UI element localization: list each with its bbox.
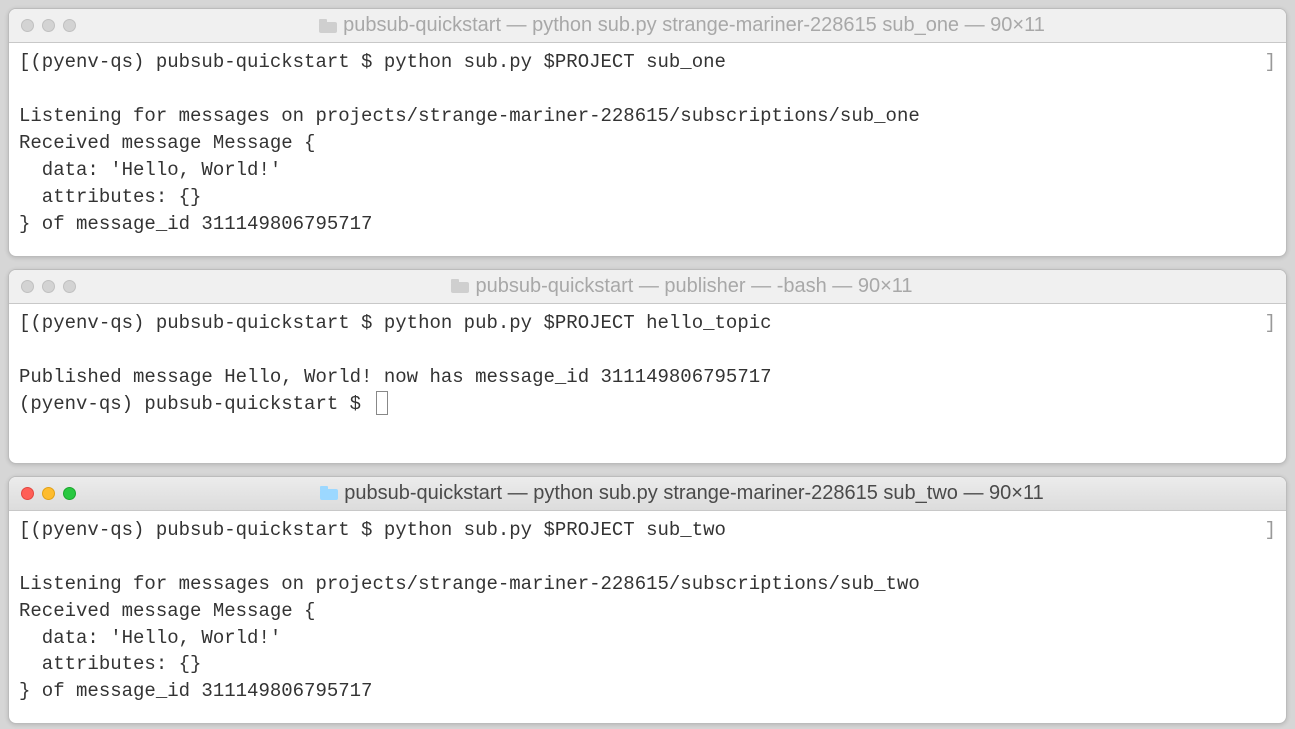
window-title: pubsub-quickstart — publisher — -bash — …	[90, 275, 1274, 298]
window-title-text: pubsub-quickstart — publisher — -bash — …	[475, 275, 912, 298]
window-title-text: pubsub-quickstart — python sub.py strang…	[344, 482, 1043, 505]
bracket-right: ]	[1265, 49, 1276, 76]
terminal-line: [(pyenv-qs) pubsub-quickstart $ python s…	[19, 517, 1276, 544]
minimize-icon[interactable]	[42, 487, 55, 500]
terminal-window-publisher[interactable]: pubsub-quickstart — publisher — -bash — …	[8, 269, 1287, 464]
terminal-line: Listening for messages on projects/stran…	[19, 573, 920, 595]
close-icon[interactable]	[21, 280, 34, 293]
titlebar[interactable]: pubsub-quickstart — python sub.py strang…	[9, 9, 1286, 43]
prompt-line: [(pyenv-qs) pubsub-quickstart $ python s…	[19, 517, 726, 544]
terminal-line: data: 'Hello, World!'	[19, 627, 281, 649]
terminal-window-sub-two[interactable]: pubsub-quickstart — python sub.py strang…	[8, 476, 1287, 725]
zoom-icon[interactable]	[63, 280, 76, 293]
terminal-line: Listening for messages on projects/stran…	[19, 105, 920, 127]
titlebar[interactable]: pubsub-quickstart — publisher — -bash — …	[9, 270, 1286, 304]
traffic-lights[interactable]	[21, 19, 76, 32]
bracket-right: ]	[1265, 310, 1276, 337]
cursor-icon	[376, 391, 388, 415]
zoom-icon[interactable]	[63, 487, 76, 500]
prompt-line: [(pyenv-qs) pubsub-quickstart $ python p…	[19, 310, 772, 337]
terminal-body[interactable]: [(pyenv-qs) pubsub-quickstart $ python s…	[9, 43, 1286, 256]
terminal-line: [(pyenv-qs) pubsub-quickstart $ python p…	[19, 310, 1276, 337]
window-title: pubsub-quickstart — python sub.py strang…	[90, 14, 1274, 37]
terminal-line: Published message Hello, World! now has …	[19, 366, 772, 388]
folder-icon	[451, 279, 469, 293]
traffic-lights[interactable]	[21, 280, 76, 293]
terminal-line: attributes: {}	[19, 186, 201, 208]
terminal-line: } of message_id 311149806795717	[19, 213, 372, 235]
folder-icon	[319, 19, 337, 33]
terminal-line: (pyenv-qs) pubsub-quickstart $	[19, 391, 1276, 418]
folder-icon	[320, 486, 338, 500]
close-icon[interactable]	[21, 487, 34, 500]
terminal-line: [(pyenv-qs) pubsub-quickstart $ python s…	[19, 49, 1276, 76]
terminal-line: data: 'Hello, World!'	[19, 159, 281, 181]
terminal-body[interactable]: [(pyenv-qs) pubsub-quickstart $ python s…	[9, 511, 1286, 724]
titlebar[interactable]: pubsub-quickstart — python sub.py strang…	[9, 477, 1286, 511]
traffic-lights[interactable]	[21, 487, 76, 500]
bracket-right: ]	[1265, 517, 1276, 544]
window-title-text: pubsub-quickstart — python sub.py strang…	[343, 14, 1045, 37]
minimize-icon[interactable]	[42, 280, 55, 293]
zoom-icon[interactable]	[63, 19, 76, 32]
terminal-window-sub-one[interactable]: pubsub-quickstart — python sub.py strang…	[8, 8, 1287, 257]
close-icon[interactable]	[21, 19, 34, 32]
terminal-line: attributes: {}	[19, 653, 201, 675]
terminal-line: Received message Message {	[19, 132, 315, 154]
terminal-line: Received message Message {	[19, 600, 315, 622]
window-title: pubsub-quickstart — python sub.py strang…	[90, 482, 1274, 505]
terminal-line: } of message_id 311149806795717	[19, 680, 372, 702]
minimize-icon[interactable]	[42, 19, 55, 32]
prompt-text: (pyenv-qs) pubsub-quickstart $	[19, 393, 372, 415]
prompt-line: [(pyenv-qs) pubsub-quickstart $ python s…	[19, 49, 726, 76]
terminal-body[interactable]: [(pyenv-qs) pubsub-quickstart $ python p…	[9, 304, 1286, 463]
